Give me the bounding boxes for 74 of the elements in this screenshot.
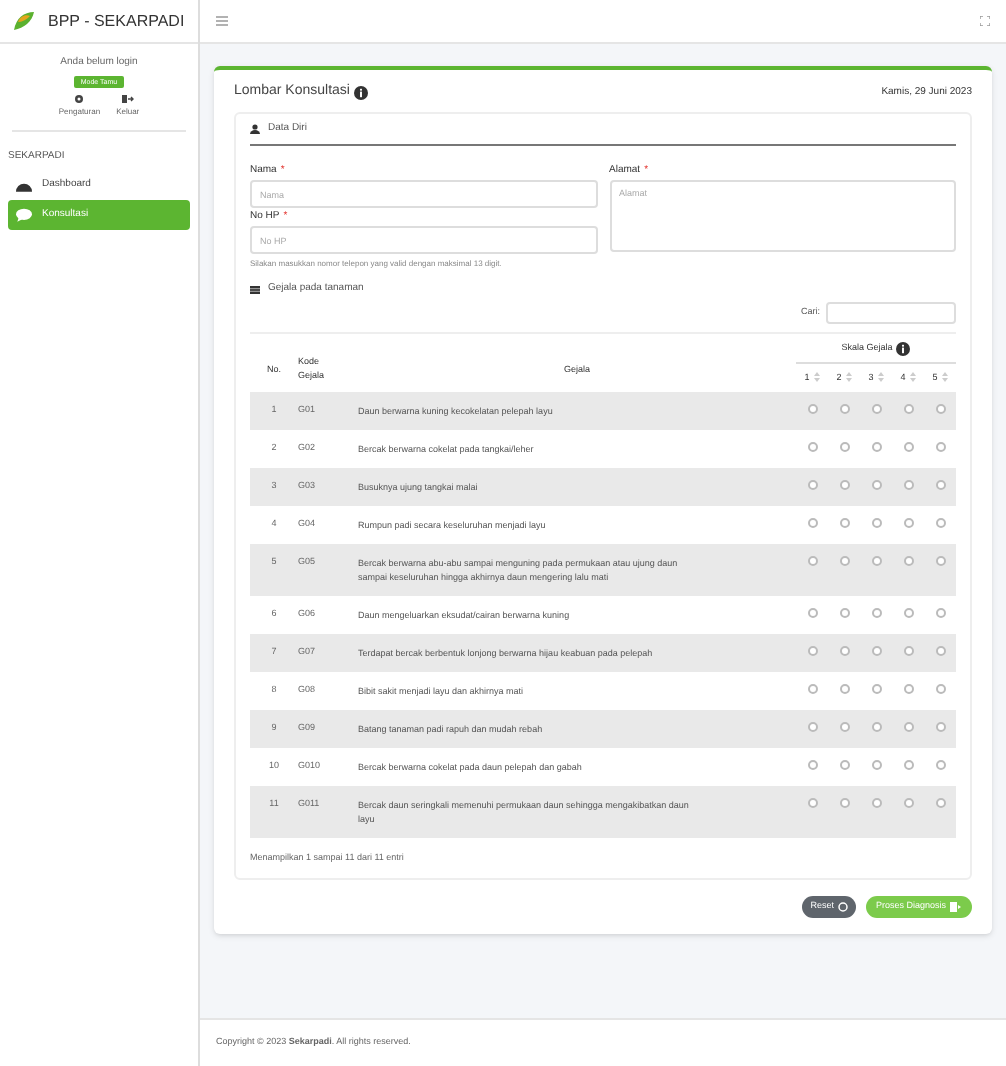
radio-button[interactable] (839, 480, 849, 491)
radio-button[interactable] (807, 684, 817, 695)
radio-button[interactable] (839, 442, 849, 453)
brand-name: BPP - SEKARPADI (48, 9, 185, 33)
radio-button[interactable] (903, 556, 913, 567)
radio-button[interactable] (839, 798, 849, 809)
sort-icon (941, 372, 948, 383)
radio-button[interactable] (903, 684, 913, 695)
radio-button[interactable] (935, 518, 945, 529)
radio-button[interactable] (839, 684, 849, 695)
radio-button[interactable] (871, 480, 881, 491)
menu-icon[interactable] (216, 16, 228, 26)
chat-icon (16, 208, 32, 222)
radio-button[interactable] (935, 480, 945, 491)
radio-button[interactable] (807, 722, 817, 733)
radio-button[interactable] (903, 646, 913, 657)
radio-button[interactable] (935, 608, 945, 619)
radio-button[interactable] (871, 404, 881, 415)
radio-button[interactable] (839, 518, 849, 529)
radio-button[interactable] (871, 442, 881, 453)
sort-icon (845, 372, 852, 383)
search-field[interactable] (826, 301, 956, 323)
settings-icon (74, 93, 85, 103)
radio-button[interactable] (871, 684, 881, 695)
radio-button[interactable] (871, 646, 881, 657)
radio-button[interactable] (807, 646, 817, 657)
radio-button[interactable] (903, 760, 913, 771)
leaf-logo (12, 10, 36, 32)
radio-button[interactable] (871, 760, 881, 771)
radio-button[interactable] (807, 518, 817, 529)
radio-button[interactable] (935, 760, 945, 771)
radio-button[interactable] (935, 556, 945, 567)
radio-button[interactable] (807, 404, 817, 415)
radio-button[interactable] (807, 760, 817, 771)
radio-button[interactable] (903, 442, 913, 453)
sort-icon (877, 372, 884, 383)
logout-icon (121, 93, 134, 103)
info-icon (896, 341, 911, 355)
radio-button[interactable] (935, 798, 945, 809)
radio-button[interactable] (935, 404, 945, 415)
radio-button[interactable] (903, 404, 913, 415)
radio-button[interactable] (903, 608, 913, 619)
radio-button[interactable] (839, 608, 849, 619)
radio-button[interactable] (903, 480, 913, 491)
sort-icon (909, 372, 916, 383)
radio-button[interactable] (807, 442, 817, 453)
radio-button[interactable] (839, 404, 849, 415)
radio-button[interactable] (871, 556, 881, 567)
info-icon (353, 85, 368, 100)
radio-button[interactable] (871, 798, 881, 809)
radio-button[interactable] (935, 646, 945, 657)
radio-button[interactable] (935, 722, 945, 733)
list-icon (250, 285, 260, 294)
radio-button[interactable] (839, 556, 849, 567)
dashboard-icon (16, 178, 32, 192)
radio-button[interactable] (807, 556, 817, 567)
sort-icon (813, 372, 820, 383)
reset-icon (837, 902, 848, 912)
radio-button[interactable] (871, 518, 881, 529)
radio-button[interactable] (807, 608, 817, 619)
radio-button[interactable] (903, 798, 913, 809)
fullscreen-icon[interactable] (980, 16, 990, 26)
radio-button[interactable] (839, 760, 849, 771)
radio-button[interactable] (871, 722, 881, 733)
radio-button[interactable] (903, 518, 913, 529)
radio-button[interactable] (807, 480, 817, 491)
radio-button[interactable] (935, 442, 945, 453)
radio-button[interactable] (903, 722, 913, 733)
radio-button[interactable] (807, 798, 817, 809)
radio-button[interactable] (839, 722, 849, 733)
radio-button[interactable] (871, 608, 881, 619)
user-icon (250, 123, 260, 134)
radio-button[interactable] (935, 684, 945, 695)
radio-button[interactable] (839, 646, 849, 657)
